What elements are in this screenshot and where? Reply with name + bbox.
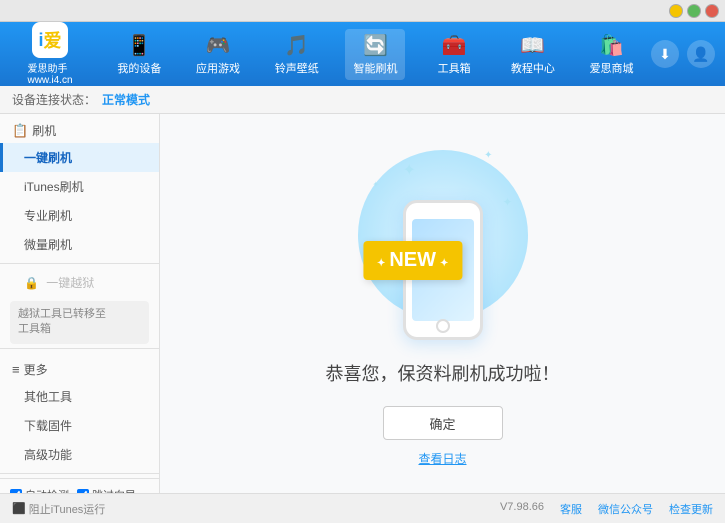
- nav-ringtone[interactable]: 🎵 铃声壁纸: [267, 29, 327, 80]
- footer-left: ⬛ 阻止iTunes运行: [12, 501, 105, 517]
- sidebar-item-save-flash[interactable]: 微量刷机: [0, 230, 159, 259]
- auto-detect-checkbox[interactable]: 自动检测: [10, 487, 69, 493]
- skip-wizard-checkbox[interactable]: 跳过向导: [77, 487, 136, 493]
- sidebar-item-one-key-flash[interactable]: 一键刷机: [0, 143, 159, 172]
- nav-shop[interactable]: 🛍️ 爱思商城: [582, 29, 642, 80]
- shop-icon: 🛍️: [599, 33, 624, 58]
- maximize-button[interactable]: [687, 4, 701, 18]
- sparkle-2: ✦: [484, 150, 492, 161]
- footer-right: V7.98.66 客服 微信公众号 检查更新: [500, 501, 713, 517]
- auto-detect-input[interactable]: [10, 489, 22, 493]
- sidebar-item-advanced[interactable]: 高级功能: [0, 440, 159, 469]
- more-section-icon: ≡: [12, 362, 20, 377]
- logo: i爱 爱思助手 www.i4.cn: [10, 22, 90, 86]
- wechat-link[interactable]: 微信公众号: [598, 501, 653, 517]
- skip-wizard-input[interactable]: [77, 489, 89, 493]
- ringtone-icon: 🎵: [284, 33, 309, 58]
- device-icon: 📱: [127, 33, 152, 58]
- sidebar-item-other-tools[interactable]: 其他工具: [0, 382, 159, 411]
- content-area: ✦ ✦ ✦ ✦ NEW 恭喜您，保资料刷机成功啦！ 确定 查看日志: [160, 114, 725, 493]
- history-link[interactable]: 查看日志: [418, 450, 466, 467]
- minimize-button[interactable]: [669, 4, 683, 18]
- sidebar-item-download-firmware[interactable]: 下载固件: [0, 411, 159, 440]
- phone-home-button: [436, 319, 450, 333]
- nav-bar: 📱 我的设备 🎮 应用游戏 🎵 铃声壁纸 🔄 智能刷机 🧰 工具箱 📖 教程中心…: [100, 29, 651, 80]
- jailbreak-note: 越狱工具已转移至工具箱: [10, 301, 149, 344]
- status-bar: 设备连接状态： 正常模式: [0, 86, 725, 114]
- nav-tutorial[interactable]: 📖 教程中心: [503, 29, 563, 80]
- flash-icon: 🔄: [363, 33, 388, 58]
- sidebar-divider-1: [0, 263, 159, 264]
- nav-apps-games[interactable]: 🎮 应用游戏: [188, 29, 248, 80]
- stop-icon: ⬛: [12, 502, 26, 515]
- sparkle-4: ✦: [373, 180, 380, 189]
- stop-itunes-button[interactable]: ⬛ 阻止iTunes运行: [12, 501, 105, 517]
- apps-icon: 🎮: [206, 33, 231, 58]
- logo-icon: i爱: [32, 22, 68, 58]
- success-illustration: ✦ ✦ ✦ ✦ NEW: [343, 140, 543, 340]
- connection-status: 正常模式: [102, 91, 150, 108]
- footer: ⬛ 阻止iTunes运行 V7.98.66 客服 微信公众号 检查更新: [0, 493, 725, 523]
- toolbox-icon: 🧰: [442, 33, 467, 58]
- sidebar-item-pro-flash[interactable]: 专业刷机: [0, 201, 159, 230]
- sidebar-item-jailbreak: 🔒 一键越狱: [0, 268, 159, 297]
- close-button[interactable]: [705, 4, 719, 18]
- download-icon: ⬇: [659, 46, 671, 63]
- sparkle-3: ✦: [502, 195, 512, 209]
- check-update-link[interactable]: 检查更新: [669, 501, 713, 517]
- sidebar-bottom: 自动检测 跳过向导 📱 iPhone 12 mini 64GB Down-12m…: [0, 478, 159, 493]
- header: i爱 爱思助手 www.i4.cn 📱 我的设备 🎮 应用游戏 🎵 铃声壁纸 🔄…: [0, 22, 725, 86]
- service-link[interactable]: 客服: [560, 501, 582, 517]
- sidebar-divider-2: [0, 348, 159, 349]
- nav-toolbox[interactable]: 🧰 工具箱: [424, 29, 484, 80]
- download-button[interactable]: ⬇: [651, 40, 679, 68]
- nav-my-device[interactable]: 📱 我的设备: [109, 29, 169, 80]
- checkbox-row: 自动检测 跳过向导: [10, 487, 149, 493]
- sidebar: 📋 刷机 一键刷机 iTunes刷机 专业刷机 微量刷机 🔒 一键越狱 越狱工具…: [0, 114, 160, 493]
- sidebar-flash-title: 📋 刷机: [0, 114, 159, 143]
- sidebar-divider-3: [0, 473, 159, 474]
- success-message: 恭喜您，保资料刷机成功啦！: [326, 360, 560, 386]
- sparkle-1: ✦: [403, 160, 416, 180]
- flash-section-icon: 📋: [12, 123, 28, 139]
- tutorial-icon: 📖: [520, 33, 545, 58]
- version-label: V7.98.66: [500, 501, 544, 517]
- title-bar: [0, 0, 725, 22]
- confirm-button[interactable]: 确定: [383, 406, 503, 440]
- user-button[interactable]: 👤: [687, 40, 715, 68]
- logo-text: 爱思助手 www.i4.cn: [27, 60, 72, 86]
- nav-smart-flash[interactable]: 🔄 智能刷机: [345, 29, 405, 80]
- sidebar-more-title: ≡ 更多: [0, 353, 159, 382]
- user-icon: 👤: [692, 46, 709, 63]
- nav-right-buttons: ⬇ 👤: [651, 40, 715, 68]
- new-badge: NEW: [363, 241, 462, 280]
- sidebar-item-itunes-flash[interactable]: iTunes刷机: [0, 172, 159, 201]
- main-area: 📋 刷机 一键刷机 iTunes刷机 专业刷机 微量刷机 🔒 一键越狱 越狱工具…: [0, 114, 725, 493]
